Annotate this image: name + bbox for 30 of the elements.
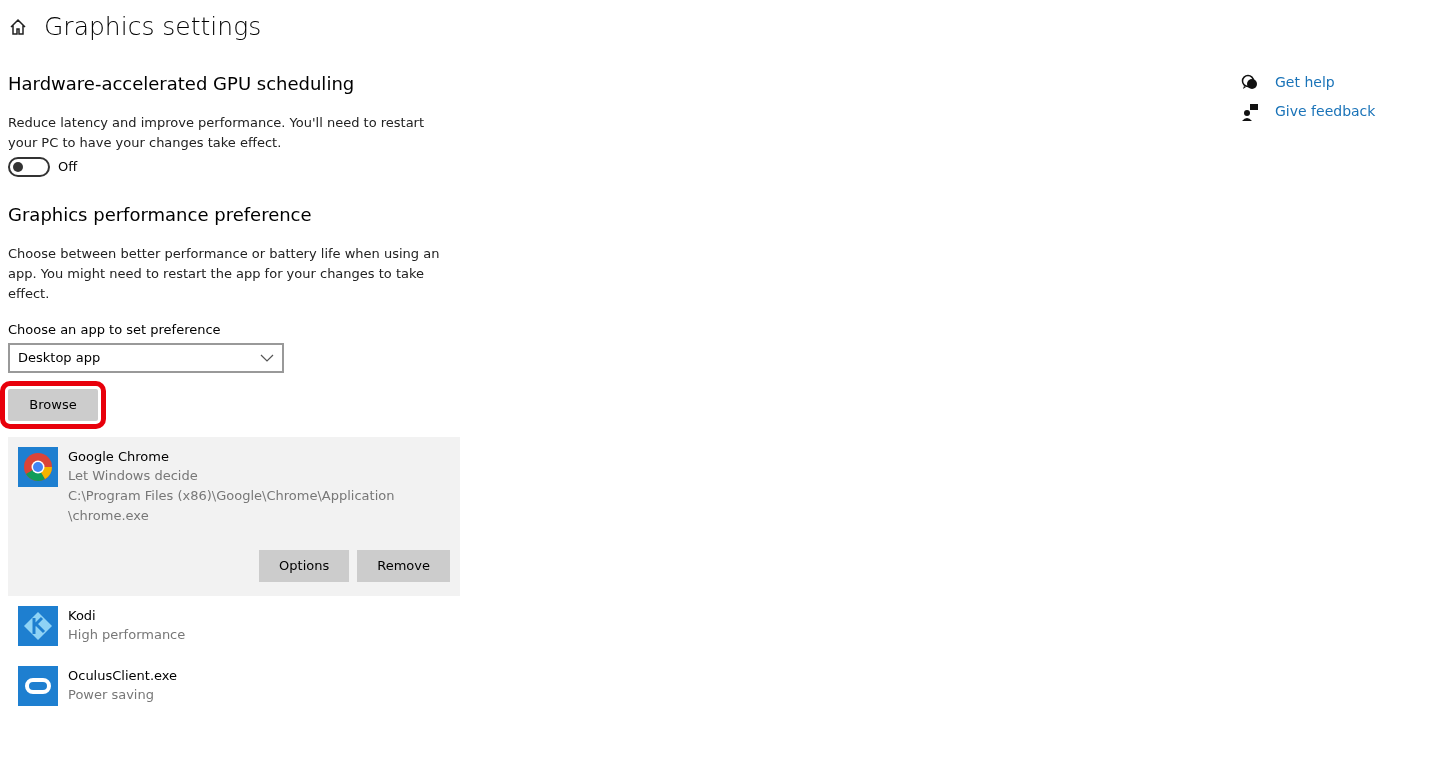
app-list-item[interactable]: Google Chrome Let Windows decide C:\Program Files (x86)\Google\Chrome\Application \chrome.exe Options Remove [8, 436, 460, 596]
app-action-button[interactable]: Remove [357, 550, 450, 582]
dropdown-label: Choose an app to set preference [8, 320, 222, 339]
app-list-item[interactable]: Kodi High performance [8, 595, 460, 656]
app-name: Kodi [68, 606, 97, 625]
app-name: OculusClient.exe [68, 666, 179, 685]
chrome-icon [18, 446, 58, 487]
section-heading: Graphics performance preference [8, 202, 313, 227]
section-heading: Hardware-accelerated GPU scheduling [8, 71, 356, 96]
oculus-icon [18, 665, 58, 706]
home-icon[interactable] [8, 16, 28, 37]
app-list-item[interactable]: OculusClient.exe Power saving [8, 655, 460, 716]
description-text: Choose between better performance or battery life when using an app. You might need to restart the app for your changes to take effect. [8, 244, 441, 303]
feedback-person-icon [1241, 102, 1259, 121]
page-title: Graphics settings [44, 11, 262, 43]
help-chat-icon [1241, 73, 1259, 92]
app-setting: Let Windows decide [68, 467, 199, 485]
app-setting: High performance [68, 626, 187, 644]
side-link[interactable]: Give feedback [1275, 101, 1376, 122]
chevron-down-icon [260, 354, 274, 362]
kodi-icon [18, 605, 58, 646]
description-text: Reduce latency and improve performance. You'll need to restart your PC to have your changes take effect. [8, 113, 426, 152]
app-type-dropdown[interactable]: Desktop app [8, 343, 284, 373]
app-action-button[interactable]: Options [259, 550, 350, 582]
app-setting: Power saving [68, 686, 155, 704]
toggle-label: Off [58, 157, 78, 176]
side-link[interactable]: Get help [1275, 72, 1335, 93]
app-name: Google Chrome [68, 447, 170, 466]
app-path: C:\Program Files (x86)\Google\Chrome\Application \chrome.exe [68, 487, 396, 525]
toggle-switch[interactable] [8, 156, 50, 177]
